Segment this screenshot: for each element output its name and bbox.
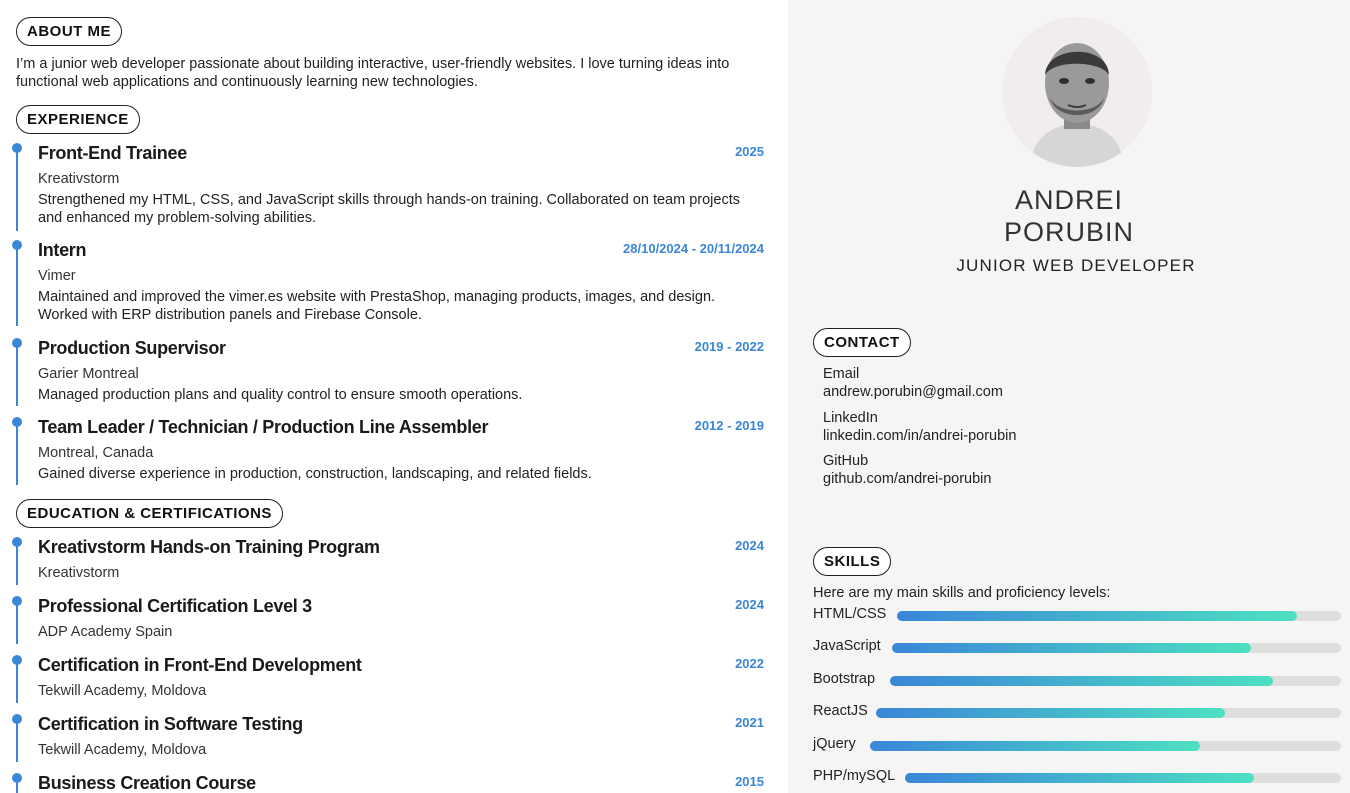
- profile-photo: [1002, 17, 1152, 167]
- education-institution: ADP Academy Spain: [38, 624, 173, 640]
- skill-label: jQuery: [813, 736, 856, 752]
- timeline-line: [16, 340, 18, 406]
- linkedin-link[interactable]: linkedin.com/in/andrei-porubin: [823, 428, 1016, 444]
- education-date: 2021: [735, 715, 764, 730]
- timeline-dot: [12, 240, 22, 250]
- experience-description: Maintained and improved the vimer.es web…: [38, 289, 716, 323]
- education-title: Certification in Front-End Development: [38, 655, 362, 675]
- timeline-dot: [12, 773, 22, 783]
- experience-date: 2025: [735, 144, 764, 159]
- education-item: Business Creation Course 2015: [12, 773, 764, 793]
- skill-row: HTML/CSS: [813, 606, 1341, 626]
- skill-bar-track: [890, 676, 1341, 686]
- skill-bar-fill: [876, 708, 1225, 718]
- education-date: 2022: [735, 656, 764, 671]
- experience-item: Front-End Trainee 2025 Kreativstorm Stre…: [12, 143, 764, 233]
- education-item: Certification in Software Testing 2021 T…: [12, 714, 764, 764]
- experience-description: Strengthened my HTML, CSS, and JavaScrip…: [38, 192, 740, 226]
- education-institution: Tekwill Academy, Moldova: [38, 742, 207, 758]
- skill-row: PHP/mySQL: [813, 768, 1341, 788]
- email-label: Email: [823, 366, 860, 382]
- skill-label: HTML/CSS: [813, 606, 887, 622]
- skill-row: JavaScript: [813, 638, 1341, 658]
- about-me-heading: ABOUT ME: [16, 17, 122, 46]
- timeline-line: [16, 419, 18, 485]
- person-portrait-icon: [1002, 17, 1152, 167]
- education-item: Professional Certification Level 3 2024 …: [12, 596, 764, 646]
- education-title: Business Creation Course: [38, 773, 256, 793]
- experience-title: Production Supervisor: [38, 338, 226, 358]
- skill-bar-track: [870, 741, 1341, 751]
- skills-intro: Here are my main skills and proficiency …: [813, 585, 1111, 601]
- skill-bar-track: [876, 708, 1341, 718]
- education-item: Certification in Front-End Development 2…: [12, 655, 764, 705]
- experience-company: Montreal, Canada: [38, 445, 154, 461]
- skill-label: ReactJS: [813, 703, 868, 719]
- timeline-line: [16, 145, 18, 231]
- education-date: 2024: [735, 538, 764, 553]
- skill-bar-fill: [897, 611, 1297, 621]
- linkedin-label: LinkedIn: [823, 410, 878, 426]
- sidebar: ANDREI PORUBIN JUNIOR WEB DEVELOPER CONT…: [788, 0, 1350, 793]
- experience-heading: EXPERIENCE: [16, 105, 140, 134]
- main-column: ABOUT ME I’m a junior web developer pass…: [0, 0, 788, 793]
- last-name: PORUBIN: [1003, 217, 1135, 247]
- first-name: ANDREI: [1014, 185, 1123, 215]
- skills-heading: SKILLS: [813, 547, 892, 576]
- education-date: 2015: [735, 774, 764, 789]
- experience-company: Garier Montreal: [38, 366, 139, 382]
- experience-title: Team Leader / Technician / Production Li…: [38, 417, 489, 437]
- timeline-line: [16, 242, 18, 326]
- education-title: Certification in Software Testing: [38, 714, 303, 734]
- experience-title: Intern: [38, 240, 87, 260]
- github-link[interactable]: github.com/andrei-porubin: [823, 471, 991, 487]
- education-institution: Tekwill Academy, Moldova: [38, 683, 207, 699]
- education-item: Kreativstorm Hands-on Training Program 2…: [12, 537, 764, 587]
- skill-label: JavaScript: [813, 638, 881, 654]
- experience-item: Intern 28/10/2024 - 20/11/2024 Vimer Mai…: [12, 240, 764, 330]
- experience-date: 28/10/2024 - 20/11/2024: [623, 241, 764, 256]
- experience-item: Production Supervisor 2019 - 2022 Garier…: [12, 338, 764, 408]
- experience-description: Gained diverse experience in production,…: [38, 466, 592, 482]
- education-title: Professional Certification Level 3: [38, 596, 312, 616]
- skill-bar-fill: [892, 643, 1252, 653]
- experience-company: Kreativstorm: [38, 171, 120, 187]
- experience-title: Front-End Trainee: [38, 143, 187, 163]
- skill-row: Bootstrap: [813, 671, 1341, 691]
- experience-item: Team Leader / Technician / Production Li…: [12, 417, 764, 487]
- about-me-text: I’m a junior web developer passionate ab…: [16, 56, 730, 90]
- experience-description: Managed production plans and quality con…: [38, 387, 523, 403]
- education-institution: Kreativstorm: [38, 565, 120, 581]
- skill-bar-fill: [870, 741, 1200, 751]
- skill-row: ReactJS: [813, 703, 1341, 723]
- education-date: 2024: [735, 597, 764, 612]
- timeline-dot: [12, 596, 22, 606]
- skill-bar-track: [892, 643, 1341, 653]
- skill-row: jQuery: [813, 736, 1341, 756]
- skill-label: Bootstrap: [813, 671, 876, 687]
- education-heading: EDUCATION & CERTIFICATIONS: [16, 499, 283, 528]
- github-label: GitHub: [823, 453, 869, 469]
- experience-date: 2019 - 2022: [694, 339, 764, 354]
- skill-label: PHP/mySQL: [813, 768, 896, 784]
- timeline-dot: [12, 338, 22, 348]
- skill-bar-track: [905, 773, 1341, 783]
- timeline-dot: [12, 143, 22, 153]
- timeline-dot: [12, 714, 22, 724]
- job-title: JUNIOR WEB DEVELOPER: [956, 256, 1196, 275]
- contact-heading: CONTACT: [813, 328, 911, 357]
- timeline-dot: [12, 655, 22, 665]
- education-title: Kreativstorm Hands-on Training Program: [38, 537, 380, 557]
- skill-bar-fill: [890, 676, 1274, 686]
- skill-bar-fill: [905, 773, 1254, 783]
- experience-company: Vimer: [38, 268, 76, 284]
- experience-date: 2012 - 2019: [694, 418, 764, 433]
- email-link[interactable]: andrew.porubin@gmail.com: [823, 384, 1003, 400]
- timeline-dot: [12, 417, 22, 427]
- timeline-dot: [12, 537, 22, 547]
- skill-bar-track: [897, 611, 1341, 621]
